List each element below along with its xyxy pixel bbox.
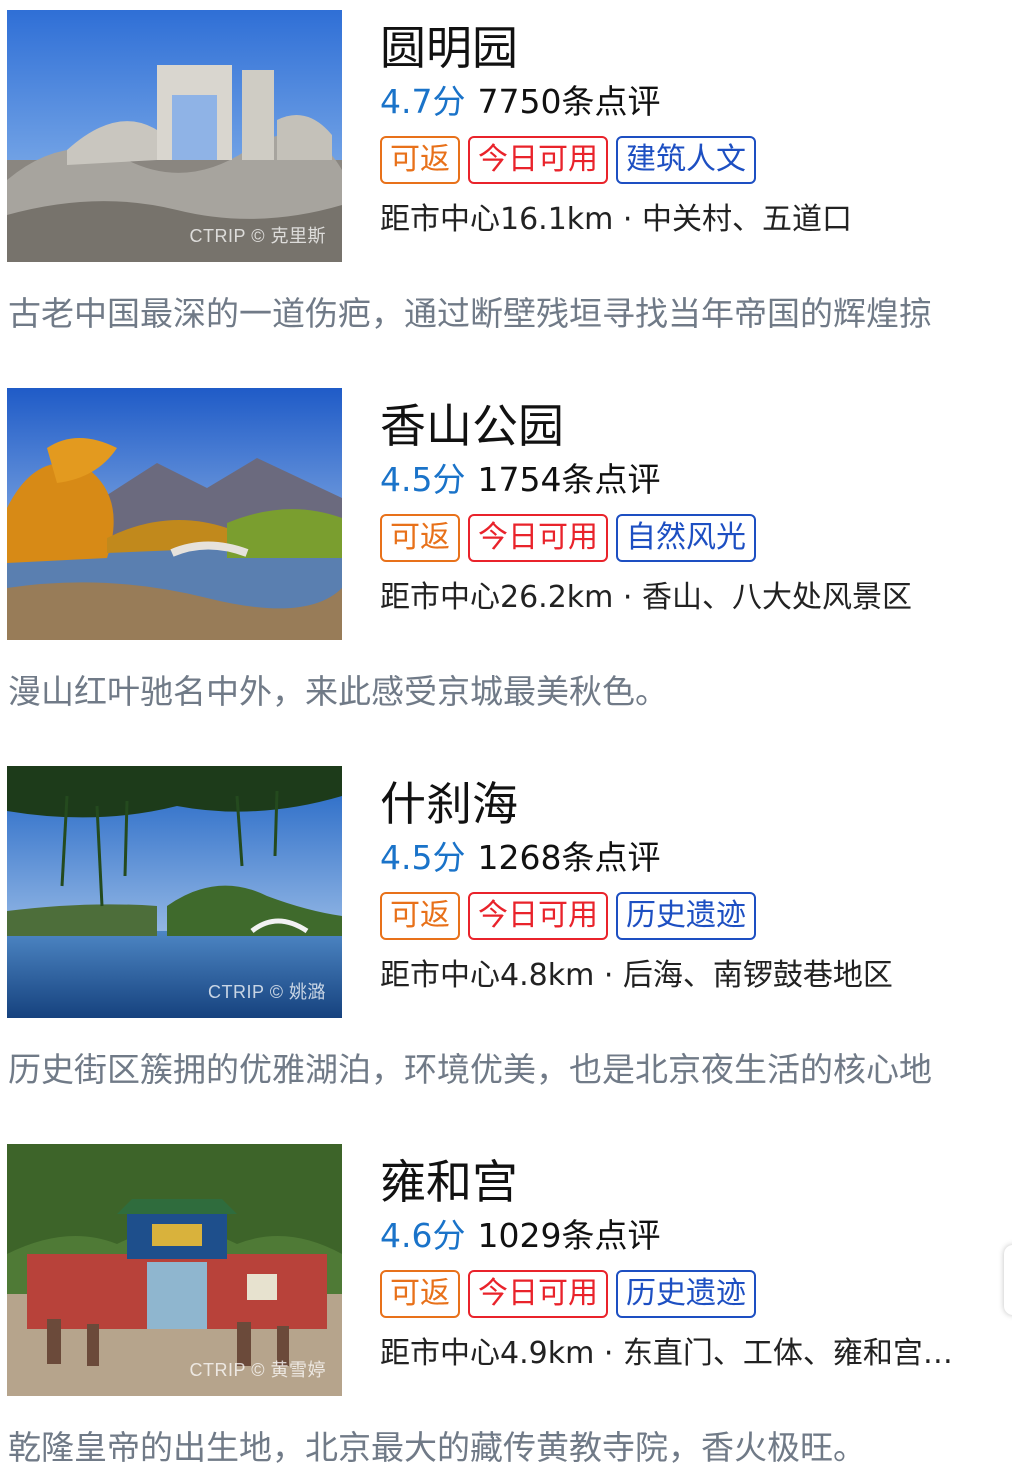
attraction-photo[interactable] [7, 388, 342, 640]
photo-watermark: CTRIP © 姚潞 [208, 982, 326, 1002]
location-text: 距市中心4.9km · 东直门、工体、雍和宫… [380, 1336, 953, 1371]
attraction-title[interactable]: 香山公园 [380, 396, 1012, 456]
rating-score: 4.5分 [380, 838, 466, 877]
attraction-card-yuanmingyuan[interactable]: CTRIP © 克里斯 圆明园 4.7分 7750条点评 可返 今日可用 建筑人文… [0, 0, 1012, 378]
location-text: 距市中心4.8km · 后海、南锣鼓巷地区 [380, 958, 893, 993]
tag-list: 可返 今日可用 历史遗迹 [380, 1270, 1012, 1318]
review-count[interactable]: 1268条点评 [477, 838, 660, 877]
attraction-description: 乾隆皇帝的出生地，北京最大的藏传黄教寺院，香火极旺。 [8, 1428, 866, 1467]
rating-score: 4.7分 [380, 82, 466, 121]
review-count[interactable]: 1754条点评 [477, 460, 660, 499]
rating-row: 4.7分 7750条点评 [380, 80, 1012, 124]
rating-row: 4.5分 1268条点评 [380, 836, 1012, 880]
tag-category: 历史遗迹 [616, 1270, 756, 1318]
review-count[interactable]: 1029条点评 [477, 1216, 660, 1255]
attraction-card-yonghegong[interactable]: CTRIP © 黄雪婷 雍和宫 4.6分 1029条点评 可返 今日可用 历史遗迹… [0, 1134, 1012, 1467]
tag-category: 建筑人文 [616, 136, 756, 184]
tag-refundable: 可返 [380, 136, 460, 184]
attraction-card-shichahai[interactable]: CTRIP © 姚潞 什刹海 4.5分 1268条点评 可返 今日可用 历史遗迹 … [0, 756, 1012, 1134]
attraction-title[interactable]: 什刹海 [380, 774, 1012, 834]
attraction-info: 什刹海 4.5分 1268条点评 可返 今日可用 历史遗迹 距市中心4.8km ·… [380, 774, 1012, 996]
tag-available-today: 今日可用 [468, 136, 608, 184]
attraction-photo[interactable]: CTRIP © 黄雪婷 [7, 1144, 342, 1396]
tag-refundable: 可返 [380, 514, 460, 562]
tag-available-today: 今日可用 [468, 514, 608, 562]
attraction-info: 圆明园 4.7分 7750条点评 可返 今日可用 建筑人文 距市中心16.1km … [380, 18, 1012, 240]
location-text: 距市中心16.1km · 中关村、五道口 [380, 202, 853, 237]
location-text: 距市中心26.2km · 香山、八大处风景区 [380, 580, 913, 615]
tag-refundable: 可返 [380, 1270, 460, 1318]
tag-refundable: 可返 [380, 892, 460, 940]
attraction-info: 香山公园 4.5分 1754条点评 可返 今日可用 自然风光 距市中心26.2km… [380, 396, 1012, 618]
attraction-photo[interactable]: CTRIP © 姚潞 [7, 766, 342, 1018]
attraction-description: 历史街区簇拥的优雅湖泊，环境优美，也是北京夜生活的核心地 [8, 1050, 932, 1089]
attraction-info: 雍和宫 4.6分 1029条点评 可返 今日可用 历史遗迹 距市中心4.9km ·… [380, 1152, 1012, 1374]
attraction-title[interactable]: 圆明园 [380, 18, 1012, 78]
rating-score: 4.6分 [380, 1216, 466, 1255]
attraction-photo[interactable]: CTRIP © 克里斯 [7, 10, 342, 262]
tag-available-today: 今日可用 [468, 892, 608, 940]
tag-list: 可返 今日可用 历史遗迹 [380, 892, 1012, 940]
rating-row: 4.5分 1754条点评 [380, 458, 1012, 502]
attraction-card-xiangshan[interactable]: 香山公园 4.5分 1754条点评 可返 今日可用 自然风光 距市中心26.2km… [0, 378, 1012, 756]
photo-watermark: CTRIP © 黄雪婷 [189, 1360, 326, 1380]
scroll-edge-handle[interactable] [1004, 1245, 1012, 1315]
tag-category: 历史遗迹 [616, 892, 756, 940]
attraction-description: 古老中国最深的一道伤疤，通过断壁残垣寻找当年帝国的辉煌掠 [8, 294, 932, 333]
rating-row: 4.6分 1029条点评 [380, 1214, 1012, 1258]
tag-available-today: 今日可用 [468, 1270, 608, 1318]
attraction-title[interactable]: 雍和宫 [380, 1152, 1012, 1212]
attraction-description: 漫山红叶驰名中外，来此感受京城最美秋色。 [8, 672, 668, 711]
tag-list: 可返 今日可用 自然风光 [380, 514, 1012, 562]
review-count[interactable]: 7750条点评 [477, 82, 660, 121]
autumn-lake-photo-icon [7, 388, 342, 640]
photo-watermark: CTRIP © 克里斯 [189, 226, 326, 246]
tag-category: 自然风光 [616, 514, 756, 562]
rating-score: 4.5分 [380, 460, 466, 499]
tag-list: 可返 今日可用 建筑人文 [380, 136, 1012, 184]
